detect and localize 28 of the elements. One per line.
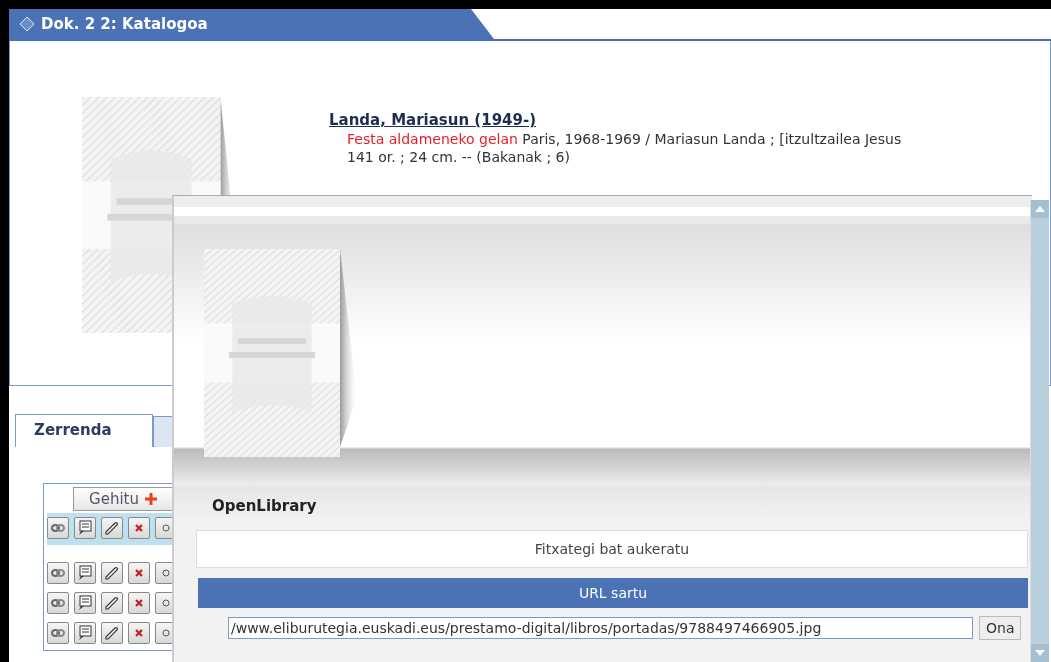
comment-icon[interactable] [74, 562, 96, 584]
comment-icon[interactable] [74, 622, 96, 644]
ok-button[interactable]: Ona [979, 616, 1022, 640]
link-icon[interactable] [47, 592, 69, 614]
pencil-icon[interactable] [101, 562, 123, 584]
delete-icon[interactable] [128, 622, 150, 644]
record-extent: 141 or. ; 24 cm. -- (Bakanak ; 6) [346, 149, 571, 165]
comment-icon[interactable] [74, 592, 96, 614]
tab[interactable]: Fitxategi bat aukeratu [196, 530, 1028, 568]
delete-icon[interactable] [128, 592, 150, 614]
add-button[interactable]: Gehitu [73, 487, 173, 511]
url-field[interactable]: /www.eliburutegia.euskadi.eus/prestamo-digital/libros/portadas/9788497466905.jpg [228, 617, 973, 639]
pencil-icon[interactable] [101, 592, 123, 614]
link-icon[interactable] [47, 517, 69, 539]
pencil-icon[interactable] [101, 622, 123, 644]
delete-icon[interactable] [128, 517, 150, 539]
title-text: Dok. 2 2: Katalogoa [41, 15, 208, 33]
tab[interactable]: Zerrenda [15, 414, 153, 447]
record-description: Festa aldameneko gelan Paris, 1968-1969 / Mariasun Landa ; [itzultzailea Jesus [346, 131, 902, 147]
link-icon[interactable] [47, 562, 69, 584]
delete-icon[interactable] [128, 562, 150, 584]
pencil-icon[interactable] [101, 517, 123, 539]
comment-icon[interactable] [74, 517, 96, 539]
plus-icon [144, 493, 157, 505]
tab[interactable]: URL sartu [198, 578, 1028, 608]
book-icon [19, 16, 35, 32]
author-link[interactable]: Landa, Mariasun (1949-) [329, 111, 902, 129]
link-icon[interactable] [47, 622, 69, 644]
